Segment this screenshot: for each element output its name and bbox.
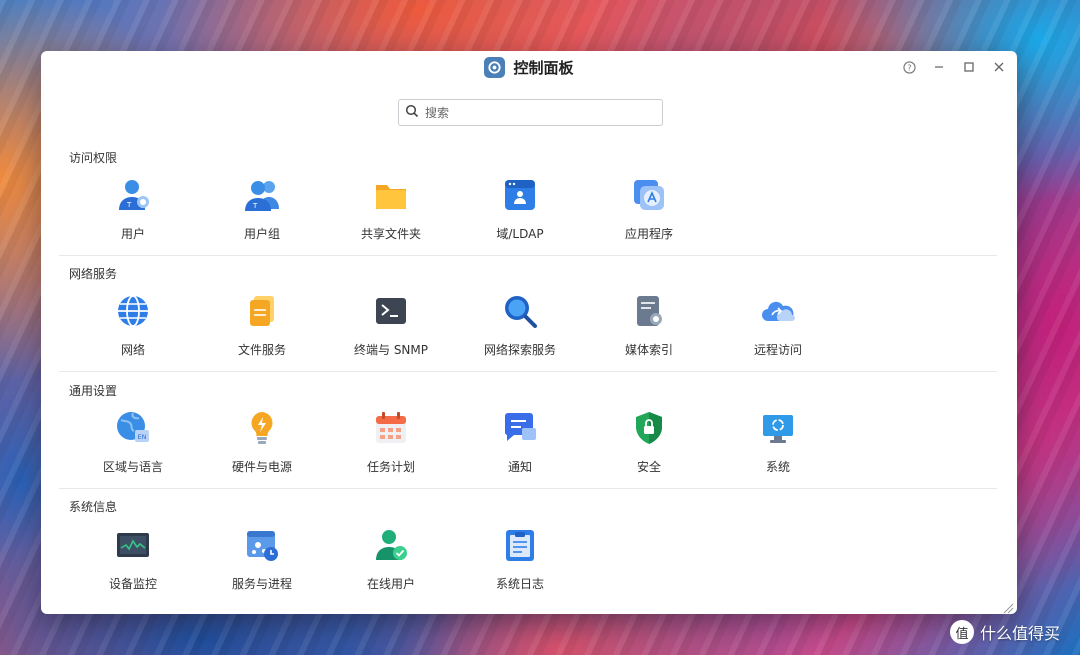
user-icon: T [115,177,151,213]
task-schedule-icon [373,410,409,446]
section-title-access: 访问权限 [69,151,118,165]
system-monitor-icon [760,410,796,446]
terminal-icon [373,293,409,329]
svg-text:T: T [126,201,132,209]
item-label: 网络 [120,343,145,357]
svg-text:T: T [252,202,258,210]
resize-grip-icon[interactable] [1002,599,1014,614]
item-label: 共享文件夹 [360,227,421,241]
control-panel-app-icon [484,57,506,78]
window-title: 控制面板 [513,59,574,77]
item-label: 用户 [120,227,145,241]
item-label: 应用程序 [624,227,673,241]
svg-text:?: ? [907,62,911,72]
item-remote-access[interactable]: 远程访问 [723,293,833,369]
item-network-discovery[interactable]: 网络探索服务 [465,293,575,369]
item-network[interactable]: 网络 [78,293,188,369]
item-label: 媒体索引 [624,343,673,357]
item-security[interactable]: 安全 [594,410,704,486]
item-device-monitor[interactable]: 设备监控 [78,527,188,603]
item-task-schedule[interactable]: 任务计划 [336,410,446,486]
notification-icon [502,410,538,446]
section-title-general: 通用设置 [69,384,118,398]
item-label: 设备监控 [108,577,157,591]
services-processes-icon [244,527,280,563]
item-application[interactable]: 应用程序 [594,177,704,253]
close-button[interactable] [991,59,1007,75]
item-label: 系统日志 [495,577,544,591]
remote-access-cloud-icon [760,293,796,329]
online-users-icon [373,527,409,563]
maximize-button[interactable] [961,59,977,75]
section-title-network: 网络服务 [69,267,118,281]
item-hardware-power[interactable]: 硬件与电源 [207,410,317,486]
item-label: 域/LDAP [496,227,544,241]
device-monitor-icon [115,527,151,563]
shared-folder-icon [373,177,409,213]
item-services-processes[interactable]: 服务与进程 [207,527,317,603]
control-panel-window: 控制面板 ? 访问权限 T 用户 [41,51,1017,614]
item-label: 通知 [507,460,532,474]
item-label: 在线用户 [366,577,415,591]
section-divider [59,488,997,489]
watermark-text: 什么值得买 [980,624,1061,643]
search-box[interactable] [398,99,663,126]
item-label: 硬件与电源 [231,460,292,474]
item-notification[interactable]: 通知 [465,410,575,486]
item-label: 区域与语言 [102,460,163,474]
media-index-icon [631,293,667,329]
user-group-icon: T [244,177,280,213]
item-label: 文件服务 [237,343,286,357]
system-log-icon [502,527,538,563]
title-bar[interactable]: 控制面板 ? [41,51,1017,85]
item-region-language[interactable]: EN 区域与语言 [78,410,188,486]
item-user[interactable]: T 用户 [78,177,188,253]
minimize-button[interactable] [931,59,947,75]
item-online-users[interactable]: 在线用户 [336,527,446,603]
item-system[interactable]: 系统 [723,410,833,486]
section-divider [59,255,997,256]
watermark: 值 什么值得买 [950,620,1060,644]
help-icon[interactable]: ? [901,59,917,75]
item-file-service[interactable]: 文件服务 [207,293,317,369]
search-icon [405,103,419,122]
item-user-group[interactable]: T 用户组 [207,177,317,253]
item-label: 用户组 [243,227,280,241]
application-icon [631,177,667,213]
item-domain-ldap[interactable]: 域/LDAP [465,177,575,253]
network-globe-icon [115,293,151,329]
item-label: 服务与进程 [231,577,292,591]
item-label: 安全 [636,460,661,474]
network-discovery-icon [502,293,538,329]
item-label: 网络探索服务 [483,343,556,357]
domain-ldap-icon [502,177,538,213]
search-input[interactable] [425,105,645,120]
file-service-icon [244,293,280,329]
section-title-system-info: 系统信息 [69,500,118,514]
item-system-log[interactable]: 系统日志 [465,527,575,603]
watermark-badge: 值 [950,620,974,644]
item-terminal-snmp[interactable]: 终端与 SNMP [336,293,446,369]
svg-text:EN: EN [138,433,147,441]
region-language-icon: EN [115,410,151,446]
item-label: 任务计划 [366,460,415,474]
section-divider [59,371,997,372]
item-label: 终端与 SNMP [354,343,428,357]
item-shared-folder[interactable]: 共享文件夹 [336,177,446,253]
hardware-power-icon [244,410,280,446]
item-media-index[interactable]: 媒体索引 [594,293,704,369]
item-label: 系统 [765,460,790,474]
item-label: 远程访问 [753,343,802,357]
security-shield-icon [631,410,667,446]
